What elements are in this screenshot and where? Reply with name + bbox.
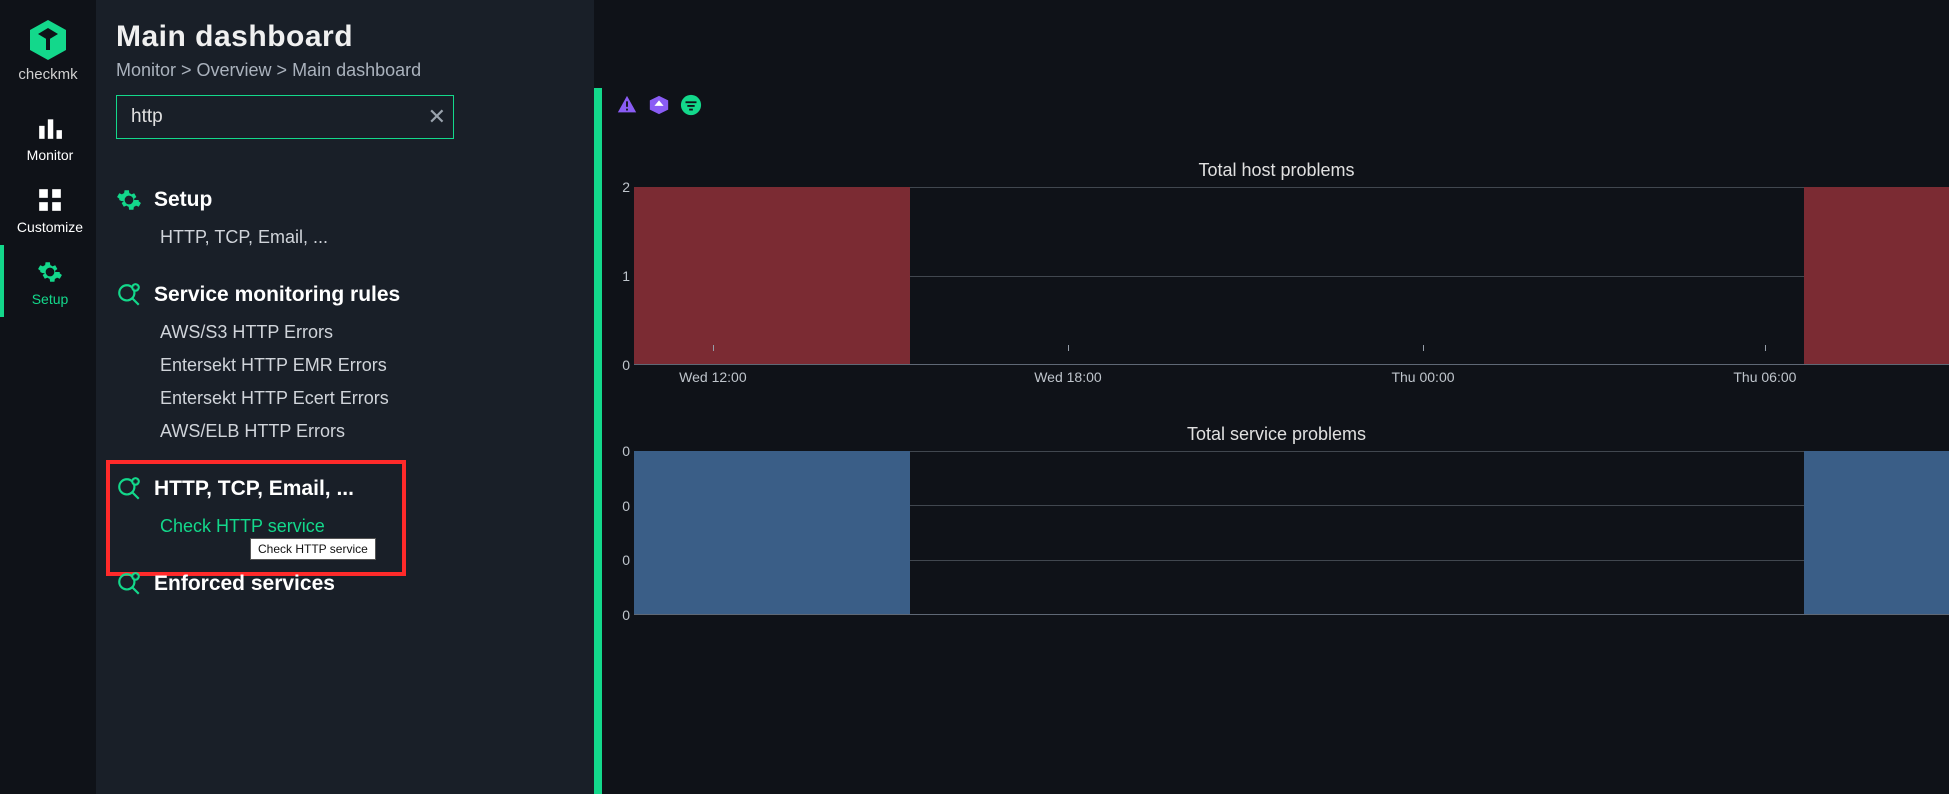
chart-title: Total host problems [604,160,1949,181]
bar [634,451,910,614]
group-title: Service monitoring rules [154,283,400,307]
group-title: Setup [154,188,212,212]
nav-setup[interactable]: Setup [0,245,96,317]
x-tick: Thu 06:00 [1733,369,1796,385]
search-results: Setup HTTP, TCP, Email, ... Service monito… [116,187,574,597]
group-header: Enforced services [116,571,574,597]
nav-monitor-label: Monitor [27,147,74,163]
bar [634,187,910,364]
clear-icon[interactable]: ✕ [428,104,446,130]
gear-icon [35,259,65,285]
chart-title: Total service problems [604,424,1949,445]
x-tick: Thu 00:00 [1391,369,1454,385]
filter-icon[interactable] [680,94,702,116]
search-input[interactable] [116,95,454,139]
nav-monitor[interactable]: Monitor [0,101,96,173]
y-tick: 0 [622,607,630,623]
group-header: Setup [116,187,574,213]
chart-plot: 0000 [614,451,1949,637]
chart-service-problems: Total service problems 0 0 0 0 [604,424,1949,637]
y-tick: 2 [622,179,630,195]
gear-icon [116,187,142,213]
nav-setup-label: Setup [32,291,69,307]
nav-rail: checkmk Monitor Customize Setup [0,0,96,794]
result-item[interactable]: Entersekt HTTP EMR Errors [116,349,574,382]
page-title: Main dashboard [116,20,574,54]
bar-chart-icon [35,115,65,141]
bar [1804,187,1949,364]
chart-host-problems: Total host problems 0 1 2 Wed 12:00 Wed 18:… [604,160,1949,387]
grid-icon [35,187,65,213]
group-header: Service monitoring rules [116,282,574,308]
result-group: Setup HTTP, TCP, Email, ... [116,187,574,254]
accent-bar [594,88,602,794]
result-group: HTTP, TCP, Email, ...Check HTTP serviceC… [116,476,574,543]
result-item[interactable]: HTTP, TCP, Email, ... [116,221,574,254]
chart-plot: 012 Wed 12:00Wed 18:00Thu 00:00Thu 06:00 [614,187,1949,387]
sidebar: Main dashboard Monitor > Overview > Main… [96,0,594,794]
status-icons [616,94,702,116]
result-group: Enforced services [116,571,574,597]
group-header: HTTP, TCP, Email, ... [116,476,574,502]
x-tick: Wed 18:00 [1034,369,1101,385]
tooltip: Check HTTP service [250,538,376,560]
y-tick: 0 [622,443,630,459]
group-title: Enforced services [154,572,335,596]
magnify-plus-icon [116,571,142,597]
hex-up-icon[interactable] [648,94,670,116]
warning-icon[interactable] [616,94,638,116]
nav-customize-label: Customize [17,219,83,235]
result-item[interactable]: AWS/ELB HTTP Errors [116,415,574,448]
main-area: Total host problems 0 1 2 Wed 12:00 Wed 18:… [594,0,1949,794]
result-item[interactable]: AWS/S3 HTTP Errors [116,316,574,349]
y-tick: 0 [622,357,630,373]
bar [1804,451,1949,614]
search-wrap: ✕ [116,95,454,139]
title-block: Main dashboard Monitor > Overview > Main… [116,20,574,81]
logo-label: checkmk [18,66,77,83]
magnify-plus-icon [116,282,142,308]
x-tick: Wed 12:00 [679,369,746,385]
nav-customize[interactable]: Customize [0,173,96,245]
group-title: HTTP, TCP, Email, ... [154,477,354,501]
result-group: Service monitoring rules AWS/S3 HTTP Erro… [116,282,574,448]
y-tick: 0 [622,552,630,568]
y-tick: 1 [622,268,630,284]
logo-icon [24,16,72,64]
y-tick: 0 [622,498,630,514]
breadcrumb: Monitor > Overview > Main dashboard [116,60,574,81]
magnify-plus-icon [116,476,142,502]
result-item[interactable]: Entersekt HTTP Ecert Errors [116,382,574,415]
